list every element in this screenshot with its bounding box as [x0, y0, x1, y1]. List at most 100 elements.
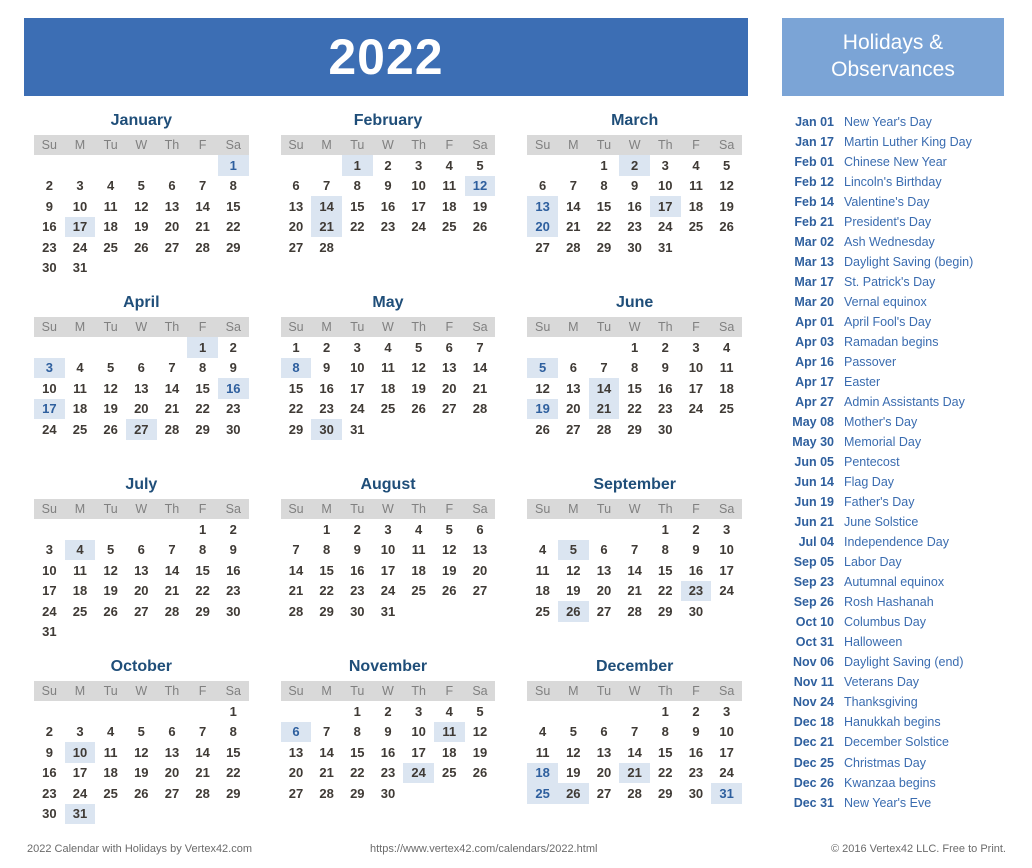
day-cell: 28: [472, 401, 488, 417]
calendar-page: 2022 Holidays & Observances January Su M Tu…: [0, 0, 1032, 868]
month-title: November: [348, 658, 428, 675]
day-cell: 25: [380, 401, 396, 417]
holiday-date: Apr 17: [795, 375, 834, 390]
day-cell: 28: [195, 239, 210, 255]
weekday-header-tu: Tu: [588, 499, 620, 519]
holiday-list-item: Apr 17 Easter: [782, 372, 1018, 392]
day-cell: 13: [596, 562, 612, 578]
day-cell-empty: [34, 155, 65, 176]
day-cell: 12: [411, 360, 426, 376]
day-cell-empty: [311, 701, 342, 722]
weekday-header-su: Su: [527, 681, 558, 701]
weekday-header-m: M: [557, 499, 589, 519]
holiday-list-item: Sep 26 Rosh Hashanah: [782, 592, 1018, 612]
weekday-header-su: Su: [280, 317, 312, 337]
footer-url[interactable]: https://www.vertex42.com/calendars/2022.…: [370, 843, 597, 855]
day-cell-empty: [126, 804, 157, 825]
day-cell: 24: [42, 603, 57, 619]
weekday-header-f: F: [680, 317, 712, 337]
holiday-date: Dec 21: [793, 735, 834, 750]
day-cell: 15: [350, 744, 365, 760]
holiday-name: Kwanzaa begins: [844, 775, 936, 790]
week-row: 10 11 12 13 14 15 16: [34, 378, 249, 399]
holiday-list-item: Feb 12 Lincoln's Birthday: [782, 172, 1018, 192]
day-cell: 13: [134, 380, 149, 396]
day-cell: 7: [323, 178, 331, 194]
day-cell-empty: [558, 155, 589, 176]
holiday-name: Rosh Hashanah: [844, 595, 934, 610]
day-cell-empty: [95, 337, 126, 358]
weekday-header-row: Su M Tu W Th F Sa: [34, 499, 249, 519]
holiday-list-item: May 08 Mother's Day: [782, 412, 1018, 432]
day-cell: 18: [103, 765, 118, 781]
holiday-name: Valentine's Day: [844, 195, 930, 210]
day-cell: 19: [411, 380, 426, 396]
month-title: December: [595, 658, 674, 675]
holiday-name: Columbus Day: [844, 615, 926, 630]
day-cell: 15: [288, 380, 304, 396]
day-cell: 12: [719, 178, 734, 194]
weekday-header-f: F: [433, 317, 465, 337]
holiday-date: May 30: [792, 435, 834, 450]
day-cell-empty: [373, 237, 404, 258]
day-cell-empty: [187, 258, 218, 279]
holiday-date: Mar 17: [794, 275, 834, 290]
day-cell-empty: [465, 601, 496, 622]
day-cell-holiday: 1: [217, 155, 249, 176]
holiday-list-item: Dec 31 New Year's Eve: [782, 793, 1018, 813]
weekday-header-tu: Tu: [341, 681, 373, 701]
day-cell: 27: [164, 785, 180, 801]
day-cell-empty: [589, 337, 620, 358]
month-title: October: [110, 658, 172, 675]
day-cell: 2: [229, 339, 237, 355]
day-cell: 9: [353, 542, 361, 558]
day-cell: 6: [600, 724, 608, 740]
day-cell: 10: [719, 542, 734, 558]
day-cell: 5: [414, 339, 423, 355]
weekday-header-f: F: [433, 499, 465, 519]
day-cell-empty: [34, 337, 65, 358]
weekday-header-row: Su M Tu W Th F Sa: [280, 135, 496, 155]
weekday-header-tu: Tu: [588, 681, 620, 701]
weekday-header-sa: Sa: [711, 499, 742, 519]
day-cell: 8: [198, 542, 207, 558]
weekday-header-tu: Tu: [341, 135, 373, 155]
day-cell: 11: [103, 744, 118, 760]
holiday-date: Jun 05: [794, 455, 834, 470]
weekday-header-su: Su: [280, 135, 312, 155]
weekday-header-m: M: [64, 317, 96, 337]
day-cell-holiday: 20: [527, 216, 558, 237]
weekday-header-f: F: [433, 135, 465, 155]
month-table: Su M Tu W Th F Sa 1 2 3 4 5 6 7 8 9 10 11 12 13 14 15 16 17 18 1…: [527, 135, 742, 258]
day-cell-empty: [157, 519, 188, 540]
month-block: October Su M Tu W Th F Sa 1 2 3 4 5 6 7 8 9 10 11 12 13 14 15…: [18, 656, 265, 838]
day-cell: 8: [229, 178, 237, 194]
day-cell: 11: [103, 198, 118, 214]
day-cell: 20: [472, 562, 488, 578]
month-table: Su M Tu W Th F Sa 1 2 3 4 5 6 7 8 9 10 11 12 13 14 15 16 17 18 1…: [280, 499, 496, 622]
week-row: 24 25 26 27 28 29 30: [34, 419, 249, 440]
holiday-list-item: Feb 01 Chinese New Year: [782, 152, 1018, 172]
month-title: June: [615, 294, 654, 311]
day-cell-holiday: 30: [311, 419, 342, 440]
holiday-list-item: Jun 21 June Solstice: [782, 512, 1018, 532]
day-cell: 16: [226, 562, 241, 578]
day-cell: 24: [72, 785, 88, 801]
day-cell: 8: [353, 724, 361, 740]
month-table: Su M Tu W Th F Sa 1 2 3 4 5 6 7 8 9 10 11 12 13 14 15 16 17 18 19…: [280, 317, 496, 440]
holiday-name: Mother's Day: [844, 415, 918, 430]
week-row: 1 2 3 4: [527, 337, 742, 358]
weekday-header-th: Th: [156, 135, 188, 155]
day-cell: 18: [72, 583, 88, 599]
day-cell-holiday: 2: [619, 155, 650, 176]
day-cell: 11: [535, 562, 550, 578]
week-row: 23 24 25 26 27 28 29: [34, 783, 249, 804]
day-cell-empty: [218, 622, 249, 643]
day-cell: 7: [198, 178, 207, 194]
week-row: 31: [34, 622, 249, 643]
day-cell: 30: [350, 603, 365, 619]
weekday-header-tu: Tu: [341, 317, 373, 337]
week-row: 22 23 24 25 26 27 28: [281, 399, 496, 420]
week-row: 4 5 6 7 8 9 10: [527, 539, 742, 560]
day-cell-empty: [681, 237, 712, 258]
